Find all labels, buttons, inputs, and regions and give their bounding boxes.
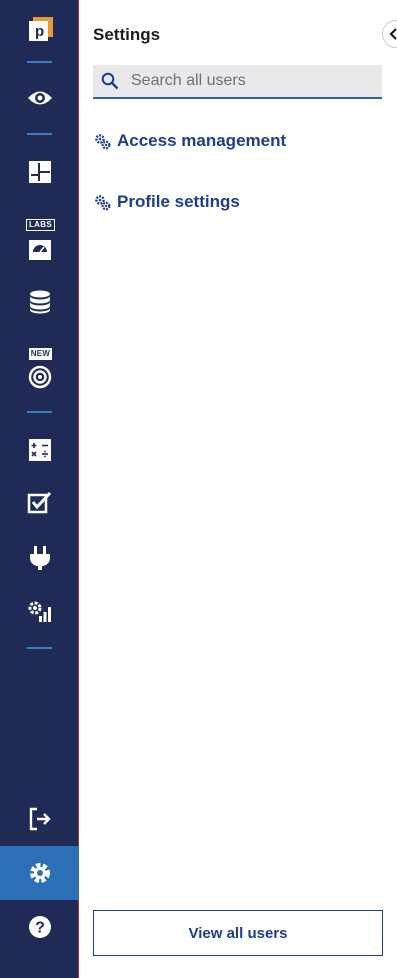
profile-settings-label: Profile settings — [117, 192, 240, 211]
rail-item-monitoring[interactable] — [0, 76, 79, 120]
panel-title: Settings — [93, 25, 161, 44]
rail-item-settings[interactable] — [0, 846, 79, 900]
rail-item-logout[interactable] — [0, 797, 79, 841]
eye-icon — [27, 91, 52, 105]
rail-separator — [27, 61, 52, 63]
rail-item-labs[interactable] — [0, 228, 79, 272]
profile-settings-link[interactable]: Profile settings — [94, 192, 240, 212]
logout-icon — [29, 807, 51, 831]
gears-icon — [95, 133, 111, 149]
gear-icon — [29, 863, 50, 883]
rail-item-performance[interactable] — [0, 590, 79, 634]
view-all-users-button[interactable]: View all users — [93, 910, 383, 956]
rail-item-dashboard[interactable] — [0, 150, 79, 194]
dashboard-layout-icon — [28, 161, 51, 183]
rail-separator — [27, 647, 52, 649]
logo-button[interactable]: p — [0, 8, 79, 52]
user-search-box — [93, 65, 382, 99]
rail-separator — [27, 133, 52, 135]
collapse-panel-button[interactable] — [382, 20, 397, 48]
svg-text:?: ? — [35, 920, 45, 937]
logo-icon: p — [28, 17, 53, 41]
checkbox-icon — [27, 491, 51, 514]
calculator-icon — [28, 439, 51, 461]
gear-chart-icon — [28, 601, 51, 622]
target-icon — [28, 365, 51, 389]
rail-item-calculator[interactable] — [0, 428, 79, 472]
access-management-label: Access management — [117, 131, 287, 150]
rail-item-target[interactable] — [0, 355, 79, 399]
help-icon: ? — [28, 916, 51, 938]
gauge-icon — [28, 240, 51, 260]
gears-icon — [95, 194, 111, 210]
rail-item-checklist[interactable] — [0, 481, 79, 525]
rail-item-integrations[interactable] — [0, 536, 79, 580]
database-icon — [29, 290, 50, 314]
rail-separator — [27, 411, 52, 413]
search-icon — [101, 72, 119, 90]
settings-panel: Settings Access management Profile setti… — [79, 0, 397, 978]
svg-text:p: p — [35, 23, 44, 40]
rail-item-database[interactable] — [0, 280, 79, 324]
chevron-left-icon — [389, 28, 397, 40]
search-input[interactable] — [131, 72, 361, 90]
plug-icon — [29, 546, 50, 570]
left-nav-rail: p LABS NEW ? — [0, 0, 79, 978]
access-management-link[interactable]: Access management — [94, 131, 286, 151]
rail-item-help[interactable]: ? — [0, 905, 79, 949]
